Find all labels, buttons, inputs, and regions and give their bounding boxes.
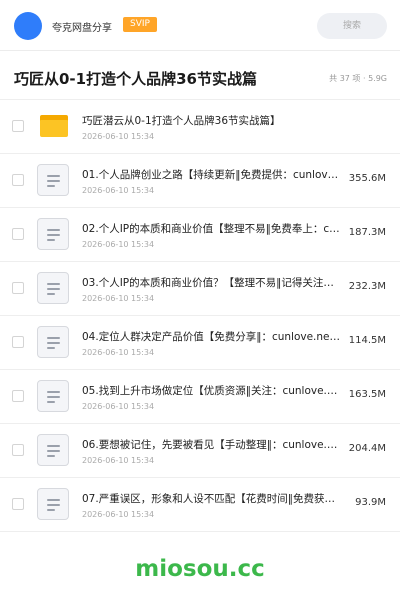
item-size: 204.4M xyxy=(348,443,386,454)
list-item[interactable]: 05.找到上升市场做定位【优质资源‖关注：cunlove.net】 2026-0… xyxy=(0,370,400,424)
svip-badge: SVIP xyxy=(123,17,157,32)
video-file-icon xyxy=(37,326,69,358)
item-name: 巧匠潜云从0-1打造个人品牌36节实战篇】 xyxy=(82,115,281,127)
folder-icon xyxy=(40,115,68,137)
item-date: 2026-06-10 15:34 xyxy=(82,456,155,465)
select-checkbox[interactable] xyxy=(12,120,24,132)
video-file-icon xyxy=(37,434,69,466)
watermark: miosou.cc xyxy=(135,556,265,582)
list-item[interactable]: 07.严重误区，形象和人设不匹配【花费时间‖免费获取：cunlove.net】 … xyxy=(0,478,400,532)
item-name: 05.找到上升市场做定位【优质资源‖关注：cunlove.net】 xyxy=(82,385,340,397)
select-checkbox[interactable] xyxy=(12,498,24,510)
item-date: 2026-06-10 15:34 xyxy=(82,294,155,303)
video-file-icon xyxy=(37,218,69,250)
item-size: 114.5M xyxy=(348,335,386,346)
select-checkbox[interactable] xyxy=(12,174,24,186)
folder-meta: 共 37 项 · 5.9G xyxy=(329,74,387,83)
select-checkbox[interactable] xyxy=(12,282,24,294)
item-name: 07.严重误区，形象和人设不匹配【花费时间‖免费获取：cunlove.net】 xyxy=(82,493,340,505)
item-size: 93.9M xyxy=(355,497,386,508)
top-bar: 夸克网盘分享 SVIP 搜索 xyxy=(0,0,400,51)
item-date: 2026-06-10 15:34 xyxy=(82,402,155,411)
select-checkbox[interactable] xyxy=(12,390,24,402)
page-title: 巧匠从0-1打造个人品牌36节实战篇 xyxy=(14,70,257,88)
video-file-icon xyxy=(37,380,69,412)
item-size: 355.6M xyxy=(348,173,386,184)
list-item[interactable]: 06.要想被记住，先要被看见【手动整理‖：cunlove.net】 2026-0… xyxy=(0,424,400,478)
list-item[interactable]: 04.定位人群决定产品价值【免费分享‖：cunlove.net】 2026-06… xyxy=(0,316,400,370)
list-item[interactable]: 01.个人品牌创业之路【持续更新‖免费提供：cunlove.net】 2026-… xyxy=(0,154,400,208)
item-name: 01.个人品牌创业之路【持续更新‖免费提供：cunlove.net】 xyxy=(82,169,340,181)
video-file-icon xyxy=(37,272,69,304)
item-date: 2026-06-10 15:34 xyxy=(82,186,155,195)
item-size: 232.3M xyxy=(348,281,386,292)
item-date: 2026-06-10 15:34 xyxy=(82,510,155,519)
video-file-icon xyxy=(37,488,69,520)
list-item[interactable]: 02.个人IP的本质和商业价值【整理不易‖免费奉上：cunlove.net】 2… xyxy=(0,208,400,262)
item-name: 02.个人IP的本质和商业价值【整理不易‖免费奉上：cunlove.net】 xyxy=(82,223,340,235)
list-item-folder[interactable]: 巧匠潜云从0-1打造个人品牌36节实战篇】 2026-06-10 15:34 xyxy=(0,100,400,154)
video-file-icon xyxy=(37,164,69,196)
item-name: 06.要想被记住，先要被看见【手动整理‖：cunlove.net】 xyxy=(82,439,340,451)
list-item[interactable]: 03.个人IP的本质和商业价值？【整理不易‖记得关注：cunlove.net】 … xyxy=(0,262,400,316)
item-date: 2026-06-10 15:34 xyxy=(82,132,155,141)
item-date: 2026-06-10 15:34 xyxy=(82,240,155,249)
select-checkbox[interactable] xyxy=(12,228,24,240)
item-name: 04.定位人群决定产品价值【免费分享‖：cunlove.net】 xyxy=(82,331,340,343)
item-name: 03.个人IP的本质和商业价值？【整理不易‖记得关注：cunlove.net】 xyxy=(82,277,340,289)
select-checkbox[interactable] xyxy=(12,336,24,348)
select-checkbox[interactable] xyxy=(12,444,24,456)
search-button[interactable]: 搜索 xyxy=(317,13,387,39)
item-size: 163.5M xyxy=(348,389,386,400)
logo-icon xyxy=(14,12,42,40)
folder-header: 巧匠从0-1打造个人品牌36节实战篇 共 37 项 · 5.9G xyxy=(0,51,400,100)
item-size: 187.3M xyxy=(348,227,386,238)
file-list: 巧匠潜云从0-1打造个人品牌36节实战篇】 2026-06-10 15:34 0… xyxy=(0,100,400,532)
item-date: 2026-06-10 15:34 xyxy=(82,348,155,357)
brand-name: 夸克网盘分享 xyxy=(52,23,112,34)
